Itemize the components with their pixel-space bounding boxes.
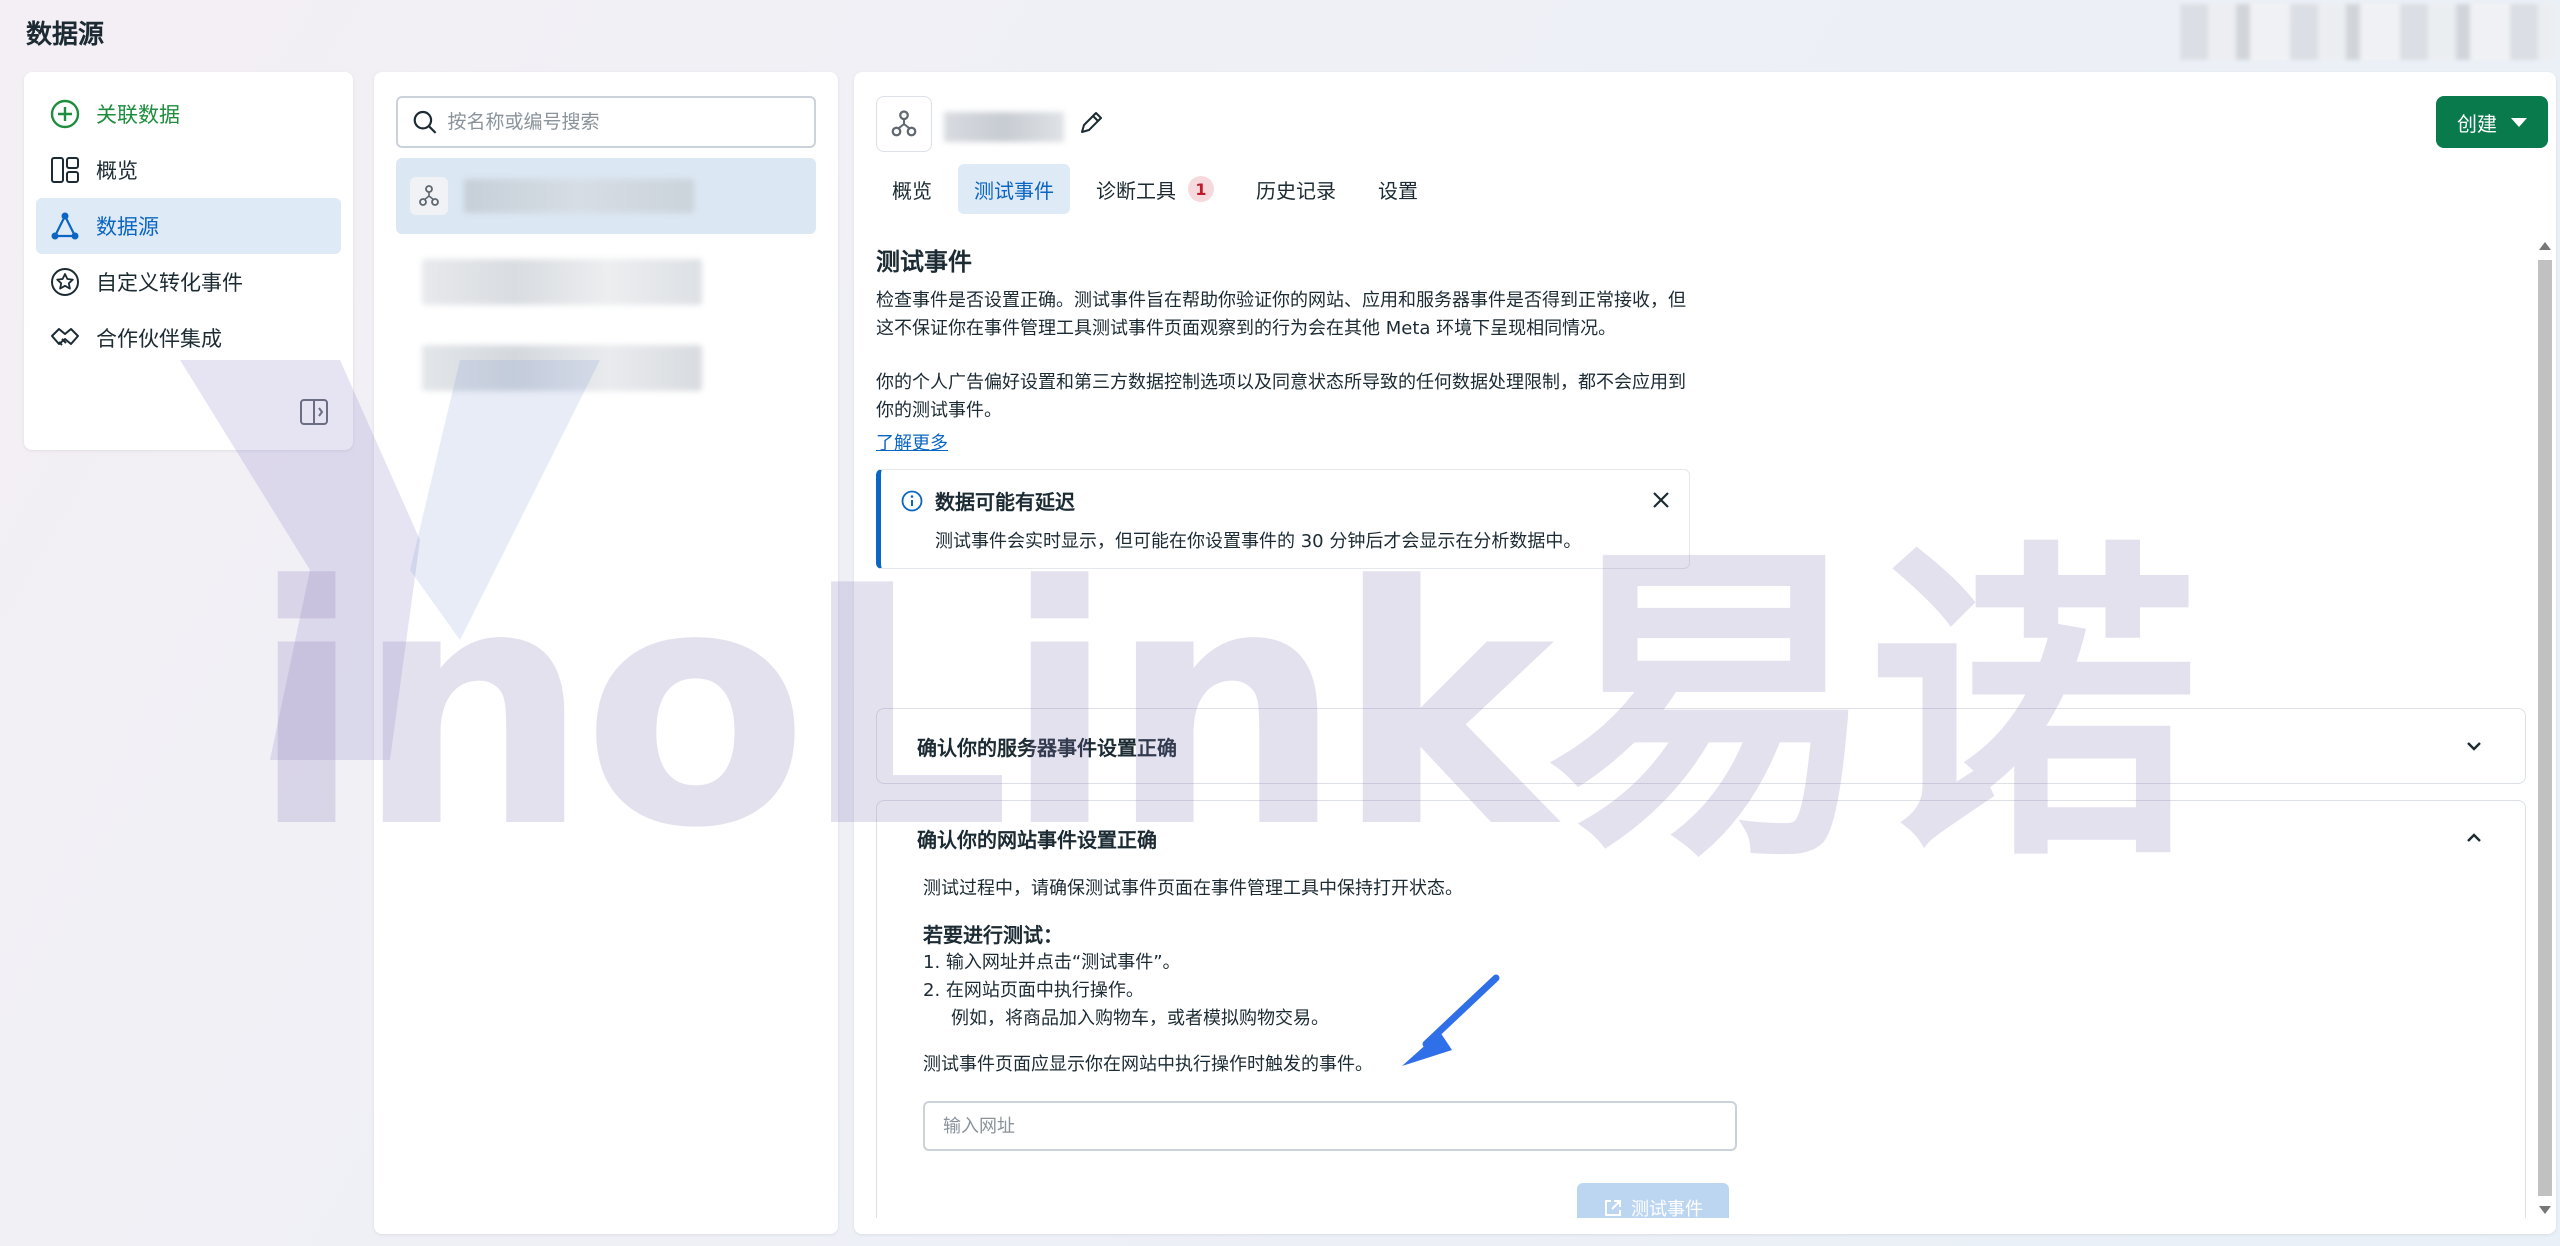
tab-label: 概览 xyxy=(892,178,932,203)
content-scroll-area: 测试事件 检查事件是否设置正确。测试事件旨在帮助你验证你的网站、应用和服务器事件… xyxy=(876,238,2536,1218)
data-source-list-panel xyxy=(374,72,838,1234)
top-bar: 数据源 xyxy=(0,0,2560,66)
scrollbar-thumb[interactable] xyxy=(2538,260,2552,1196)
external-link-icon xyxy=(1605,1200,1621,1216)
test-events-button-label: 测试事件 xyxy=(1631,1199,1703,1218)
tab-label: 诊断工具 xyxy=(1096,178,1176,203)
intro-paragraph: 检查事件是否设置正确。测试事件旨在帮助你验证你的网站、应用和服务器事件是否得到正… xyxy=(876,290,1686,339)
scroll-down-arrow-icon[interactable] xyxy=(2539,1206,2551,1214)
data-source-name-redacted xyxy=(464,179,802,213)
section-title: 测试事件 xyxy=(876,248,972,276)
dataset-icon xyxy=(876,96,932,152)
layout-icon xyxy=(48,153,82,187)
info-icon xyxy=(901,490,923,511)
delay-notice: 数据可能有延迟 测试事件会实时显示，但可能在你设置事件的 30 分钟后才会显示在… xyxy=(876,469,1690,569)
tab-test-events[interactable]: 测试事件 xyxy=(958,164,1070,214)
search-box[interactable] xyxy=(396,96,816,148)
website-events-accordion: 确认你的网站事件设置正确 测试过程中，请确保测试事件页面在事件管理工具中保持打开… xyxy=(876,800,2526,1218)
create-button[interactable]: 创建 xyxy=(2436,96,2548,148)
star-icon xyxy=(48,265,82,299)
data-source-item[interactable] xyxy=(396,244,816,320)
test-events-button[interactable]: 测试事件 xyxy=(1577,1183,1729,1218)
chevron-up-icon xyxy=(2467,833,2481,842)
steps-title: 若要进行测试： xyxy=(923,923,1063,947)
nav-item-data-sources[interactable]: 数据源 xyxy=(36,198,341,254)
data-source-name-redacted xyxy=(422,345,702,391)
accordion-title: 确认你的服务器事件设置正确 xyxy=(917,735,1177,760)
count-badge: 1 xyxy=(1188,176,1214,202)
notice-title: 数据可能有延迟 xyxy=(935,490,1075,514)
main-panel: 创建 概览 测试事件 诊断工具 1 历史记录 设置 测试事件 检查事件是否设置正确… xyxy=(854,72,2556,1234)
scrollbar[interactable] xyxy=(2534,238,2556,1218)
edit-pencil-icon[interactable] xyxy=(1076,108,1106,138)
nav-item-custom-conversions[interactable]: 自定义转化事件 xyxy=(36,254,341,310)
nav-item-overview[interactable]: 概览 xyxy=(36,142,341,198)
server-events-accordion: 确认你的服务器事件设置正确 xyxy=(876,708,2526,784)
side-nav: 关联数据 概览 数据源 自定义转化事件 合作伙伴集成 xyxy=(24,72,353,450)
nav-item-label: 数据源 xyxy=(96,215,159,239)
nav-item-connect-data[interactable]: 关联数据 xyxy=(36,86,341,142)
tab-label: 历史记录 xyxy=(1256,178,1336,203)
tab-overview[interactable]: 概览 xyxy=(876,164,948,214)
instruction-intro: 测试过程中，请确保测试事件页面在事件管理工具中保持打开状态。 xyxy=(923,878,1463,899)
accordion-title: 确认你的网站事件设置正确 xyxy=(917,827,1157,852)
step-1: 1. 输入网址并点击“测试事件”。 xyxy=(923,952,1181,973)
data-source-item[interactable] xyxy=(396,158,816,234)
notice-body: 测试事件会实时显示，但可能在你设置事件的 30 分钟后才会显示在分析数据中。 xyxy=(935,531,1582,552)
chevron-down-icon xyxy=(2467,742,2481,751)
server-events-accordion-header[interactable]: 确认你的服务器事件设置正确 xyxy=(877,709,2525,783)
notice-header: 数据可能有延迟 xyxy=(901,486,1669,515)
data-source-item[interactable] xyxy=(396,330,816,406)
nav-item-label: 关联数据 xyxy=(96,103,180,127)
tab-label: 设置 xyxy=(1378,178,1418,203)
nodes-icon xyxy=(48,209,82,243)
url-input[interactable] xyxy=(923,1101,1737,1151)
plus-circle-icon xyxy=(48,97,82,131)
scroll-up-arrow-icon[interactable] xyxy=(2539,242,2551,250)
nav-item-label: 合作伙伴集成 xyxy=(96,327,222,351)
website-events-accordion-header[interactable]: 确认你的网站事件设置正确 xyxy=(877,801,2525,875)
dataset-icon xyxy=(410,177,448,215)
website-events-body: 测试过程中，请确保测试事件页面在事件管理工具中保持打开状态。 若要进行测试： 1… xyxy=(877,875,2525,1151)
tab-history[interactable]: 历史记录 xyxy=(1240,164,1352,214)
nav-item-partner-integrations[interactable]: 合作伙伴集成 xyxy=(36,310,341,366)
page-title: 数据源 xyxy=(26,20,105,50)
tab-label: 测试事件 xyxy=(974,178,1054,203)
nav-item-label: 概览 xyxy=(96,159,138,183)
create-button-label: 创建 xyxy=(2457,111,2497,136)
search-icon xyxy=(413,110,437,134)
tab-bar: 概览 测试事件 诊断工具 1 历史记录 设置 xyxy=(876,164,1434,214)
collapse-sidebar-icon[interactable] xyxy=(299,398,329,426)
step-2-example: 例如，将商品加入购物车，或者模拟购物交易。 xyxy=(951,1008,1329,1029)
data-source-name-redacted xyxy=(422,259,702,305)
caret-down-icon xyxy=(2511,117,2527,127)
instruction-outro: 测试事件页面应显示你在网站中执行操作时触发的事件。 xyxy=(923,1054,1373,1075)
learn-more-link[interactable]: 了解更多 xyxy=(876,429,948,455)
dataset-name-redacted xyxy=(944,112,1064,142)
privacy-paragraph: 你的个人广告偏好设置和第三方数据控制选项以及同意状态所导致的任何数据处理限制，都… xyxy=(876,372,1686,421)
search-input[interactable] xyxy=(447,111,800,133)
close-icon[interactable] xyxy=(1649,488,1673,512)
step-2: 2. 在网站页面中执行操作。 xyxy=(923,980,1144,1001)
tab-diagnostics[interactable]: 诊断工具 1 xyxy=(1080,164,1230,214)
handshake-icon xyxy=(48,321,82,355)
account-info-redacted[interactable] xyxy=(2180,4,2555,60)
tab-settings[interactable]: 设置 xyxy=(1362,164,1434,214)
nav-item-label: 自定义转化事件 xyxy=(96,271,243,295)
